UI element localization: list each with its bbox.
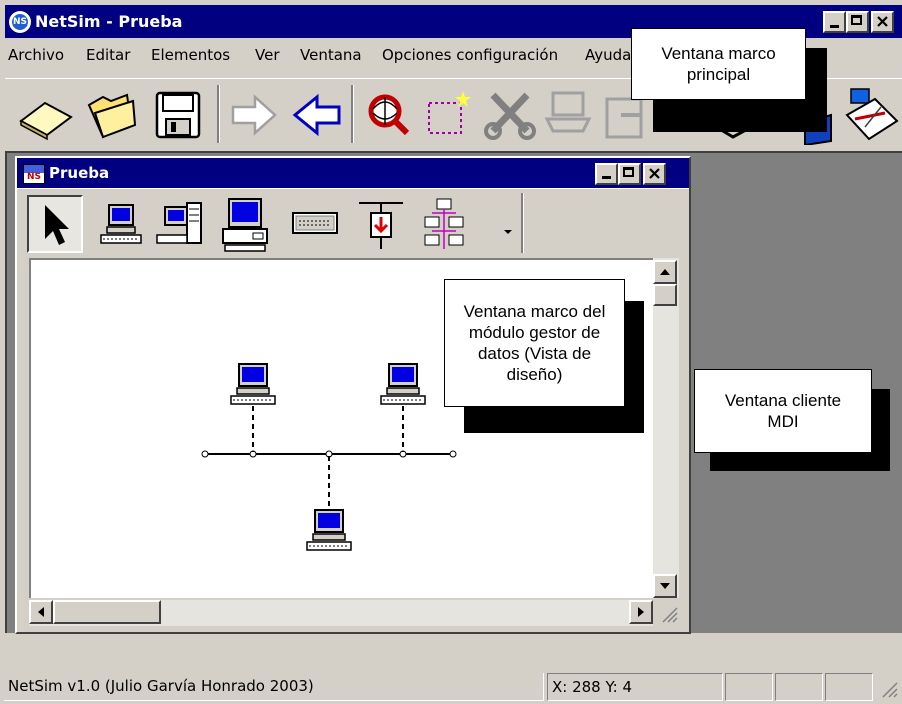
child-maximize-button[interactable] <box>618 163 641 185</box>
workstation-node-icon <box>380 363 426 405</box>
back-arrow-icon[interactable] <box>287 85 347 145</box>
selection-icon[interactable] <box>419 85 479 145</box>
save-floppy-icon[interactable] <box>149 85 209 145</box>
scroll-up-button[interactable] <box>653 260 677 284</box>
child-close-button[interactable] <box>643 163 666 185</box>
maximize-button[interactable] <box>846 11 869 33</box>
workstation-icon[interactable] <box>93 199 149 251</box>
status-description: NetSim v1.0 (Julio Garvía Honrado 2003) <box>4 673 544 701</box>
forward-arrow-icon[interactable] <box>225 85 285 145</box>
menu-archivo[interactable]: Archivo <box>8 46 64 64</box>
bus-terminator-icon[interactable] <box>353 195 409 253</box>
scroll-left-button[interactable] <box>29 600 53 624</box>
status-size-grip-icon[interactable] <box>879 679 899 699</box>
status-panel-empty <box>775 673 823 701</box>
status-panel-empty <box>725 673 773 701</box>
menu-ventana[interactable]: Ventana <box>300 46 362 64</box>
desktop-pc-icon[interactable] <box>217 195 273 253</box>
vertical-scrollbar[interactable] <box>653 258 679 598</box>
menu-elementos[interactable]: Elementos <box>151 46 230 64</box>
network-map-icon[interactable] <box>841 85 901 145</box>
toolbar-separator <box>351 85 354 143</box>
scroll-right-button[interactable] <box>629 600 653 624</box>
netsim-logo-icon: NS <box>9 11 31 33</box>
bus-node <box>201 450 209 458</box>
cut-tools-icon[interactable] <box>481 85 541 145</box>
vertical-scroll-thumb[interactable] <box>653 284 677 306</box>
menu-ver[interactable]: Ver <box>255 46 280 64</box>
callout-mdi-client-text: Ventana cliente MDI <box>694 369 872 453</box>
open-folder-icon[interactable] <box>81 85 141 145</box>
status-panel-empty <box>825 673 873 701</box>
child-window-title: Prueba <box>49 164 110 182</box>
child-title-bar[interactable]: NS Prueba <box>17 158 689 188</box>
menu-ayuda[interactable]: Ayuda <box>585 46 631 64</box>
ns-document-icon: NS <box>23 164 45 184</box>
status-coordinates: X: 288 Y: 4 <box>547 673 723 701</box>
element-palette <box>17 188 689 257</box>
network-group-icon[interactable] <box>417 195 473 253</box>
callout-main-frame-text: Ventana marco principal <box>631 28 806 100</box>
palette-dropdown-chevron-icon[interactable] <box>503 221 513 234</box>
menu-opciones-configuracion[interactable]: Opciones configuración <box>382 46 558 64</box>
network-wizard-icon[interactable] <box>539 85 599 145</box>
status-bar: NetSim v1.0 (Julio Garvía Honrado 2003) … <box>4 667 902 704</box>
new-icon[interactable] <box>15 85 75 145</box>
callout-module-frame-text: Ventana marco del módulo gestor de datos… <box>444 279 625 407</box>
horizontal-scrollbar[interactable] <box>29 600 653 626</box>
bus-node <box>449 450 457 458</box>
hub-icon[interactable] <box>287 199 343 251</box>
pointer-icon[interactable] <box>27 195 83 253</box>
child-minimize-button[interactable] <box>595 163 618 185</box>
close-button[interactable] <box>871 11 894 33</box>
search-globe-icon[interactable] <box>357 85 417 145</box>
toolbar-separator <box>217 85 220 143</box>
size-grip-icon[interactable] <box>657 602 679 624</box>
scroll-down-button[interactable] <box>653 574 677 598</box>
workstation-node-icon <box>230 363 276 405</box>
window-title: NetSim - Prueba <box>35 12 183 31</box>
workstation-node-icon <box>306 509 352 551</box>
minimize-button[interactable] <box>823 11 846 33</box>
horizontal-scroll-thumb[interactable] <box>53 600 161 624</box>
palette-separator <box>521 193 524 253</box>
server-tower-icon[interactable] <box>151 199 207 251</box>
menu-editar[interactable]: Editar <box>86 46 130 64</box>
